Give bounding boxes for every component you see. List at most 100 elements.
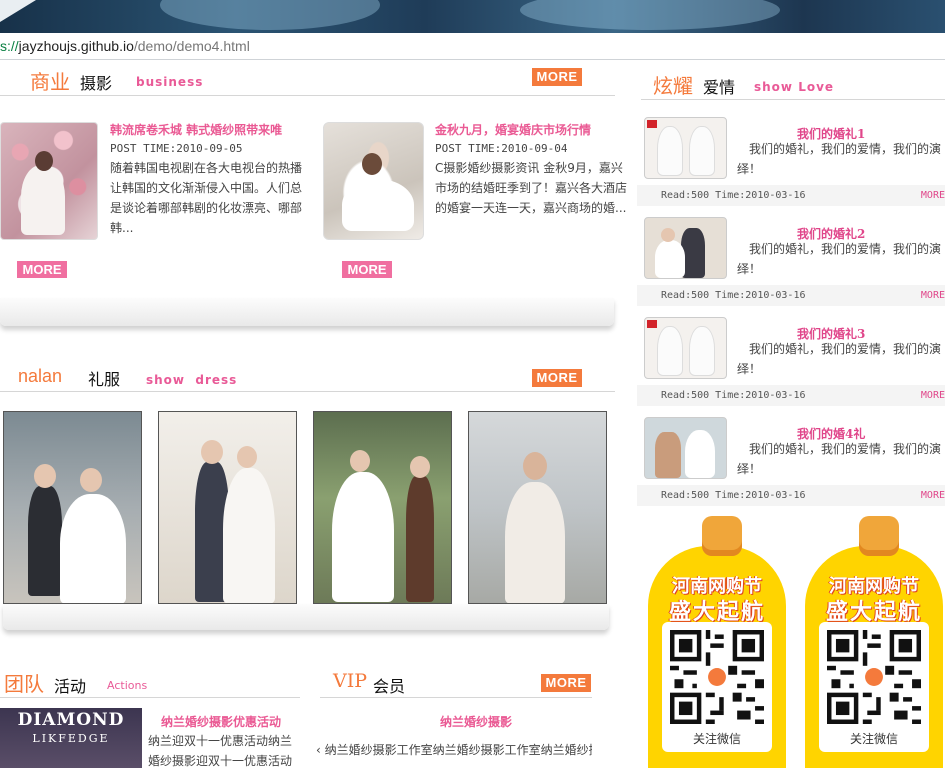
- divider: [0, 391, 615, 392]
- address-bar[interactable]: s://jayzhoujs.github.io/demo/demo4.html: [0, 33, 945, 60]
- activity-description: 纳兰迎双十一优惠活动纳兰婚纱摄影迎双十一优惠活动: [148, 734, 293, 768]
- qr-caption: 关注微信: [849, 732, 898, 746]
- vip-article-title[interactable]: 纳兰婚纱摄影: [440, 713, 512, 730]
- love-thumbnail[interactable]: [644, 117, 727, 179]
- team-title: 活动: [54, 677, 87, 696]
- activity-title[interactable]: 纳兰婚纱摄影优惠活动: [161, 713, 281, 730]
- dress-title-accent: nalan: [18, 366, 63, 386]
- mascot-icon: [702, 516, 742, 556]
- love-item-more-link[interactable]: MORE: [921, 485, 945, 506]
- photo-figure: [657, 326, 683, 376]
- browser-tabstrip: [0, 0, 945, 33]
- article-description: C摄影婚纱摄影资讯 金秋9月，嘉兴市场的结婚旺季到了！嘉兴各大酒店的婚宴一天连一…: [435, 161, 628, 215]
- dress-subtitle: show dress: [146, 373, 238, 387]
- section-shadow-divider: [3, 604, 609, 630]
- photo-figure-head: [35, 151, 53, 171]
- business-title-accent: 商业: [30, 70, 70, 94]
- divider: [0, 95, 615, 96]
- business-more-button[interactable]: MORE: [532, 68, 582, 86]
- love-list-item: 我们的婚礼2 我们的婚礼，我们的爱情，我们的演绎！ Read:500 Time:…: [637, 217, 945, 317]
- love-thumbnail[interactable]: [644, 217, 727, 279]
- love-item-meta: Read:500 Time:2010-03-16 MORE: [637, 385, 945, 406]
- qr-box: 关注微信: [662, 622, 772, 752]
- thumbnail-brand-subtext: LIKFEDGE: [32, 732, 110, 745]
- article-post-time: POST TIME:2010-09-04: [435, 142, 568, 155]
- photo-figure: [60, 494, 126, 603]
- gallery-photo[interactable]: [3, 411, 142, 604]
- qr-box: 关注微信: [819, 622, 929, 752]
- photo-figure-head: [362, 153, 382, 175]
- article-title[interactable]: 金秋九月，婚宴婚庆市场行情: [435, 121, 591, 138]
- activity-thumbnail[interactable]: DIAMOND LIKFEDGE: [0, 708, 142, 768]
- photo-figure: [685, 430, 715, 478]
- article-title[interactable]: 韩流席卷禾城 韩式婚纱照带来唯: [110, 121, 282, 138]
- photo-figure: [223, 468, 275, 603]
- business-title: 摄影: [80, 74, 113, 93]
- qr-code-icon: [670, 630, 764, 724]
- love-subtitle: show Love: [754, 80, 835, 94]
- love-item-more-link[interactable]: MORE: [921, 285, 945, 306]
- photo-figure: [655, 240, 685, 278]
- photo-figure-head: [34, 464, 56, 488]
- url-text[interactable]: s://jayzhoujs.github.io/demo/demo4.html: [0, 38, 250, 54]
- gallery-photo[interactable]: [158, 411, 297, 604]
- article-more-button[interactable]: MORE: [342, 261, 392, 278]
- love-item-more-link[interactable]: MORE: [921, 185, 945, 206]
- love-thumbnail[interactable]: [644, 417, 727, 479]
- article-post-time: POST TIME:2010-09-05: [110, 142, 243, 155]
- qr-code-icon: [827, 630, 921, 724]
- article-description: 随着韩国电视剧在各大电视台的热播让韩国的文化渐渐侵入中国。人们总是谈论着哪部韩剧…: [110, 161, 303, 235]
- article-more-button[interactable]: MORE: [17, 261, 67, 278]
- love-thumbnail[interactable]: [644, 317, 727, 379]
- article-thumbnail[interactable]: [0, 122, 98, 240]
- divider: [320, 697, 592, 698]
- vip-more-button[interactable]: MORE: [541, 674, 591, 692]
- photo-figure-head: [523, 452, 547, 480]
- photo-figure-head: [201, 440, 223, 464]
- photo-figure-head: [350, 450, 370, 472]
- team-title-accent: 团队: [4, 672, 44, 696]
- love-list-item: 我们的婚礼3 我们的婚礼，我们的爱情，我们的演绎！ Read:500 Time:…: [637, 317, 945, 417]
- photo-figure: [689, 126, 715, 176]
- bullet-icon: ‹: [316, 743, 325, 757]
- photo-figure: [657, 126, 683, 176]
- section-shadow-divider: [0, 298, 614, 326]
- love-item-desc: 我们的婚礼，我们的爱情，我们的演绎！: [737, 142, 942, 176]
- dress-title: 礼服: [88, 370, 121, 389]
- love-item-read-time: Read:500 Time:2010-03-16: [661, 490, 806, 501]
- love-item-desc: 我们的婚礼，我们的爱情，我们的演绎！: [737, 442, 942, 476]
- qr-promo-card[interactable]: 河南网购节 盛大起航 关注微信: [648, 516, 786, 768]
- dress-more-button[interactable]: MORE: [532, 369, 582, 387]
- gallery-photo[interactable]: [468, 411, 607, 604]
- love-item-meta: Read:500 Time:2010-03-16 MORE: [637, 185, 945, 206]
- business-subtitle: business: [136, 75, 204, 89]
- url-path: /demo/demo4.html: [133, 38, 250, 54]
- photo-badge: [647, 320, 657, 328]
- tab-corner[interactable]: [0, 0, 36, 22]
- love-section-header: 炫耀 爱情 show Love: [637, 70, 945, 100]
- love-list-item: 我们的婚礼1 我们的婚礼，我们的爱情，我们的演绎！ Read:500 Time:…: [637, 117, 945, 217]
- gallery-photo[interactable]: [313, 411, 452, 604]
- love-item-meta: Read:500 Time:2010-03-16 MORE: [637, 285, 945, 306]
- photo-figure-head: [410, 456, 430, 478]
- url-host: jayzhoujs.github.io: [18, 38, 134, 54]
- photo-figure-head: [661, 228, 675, 242]
- love-item-read-time: Read:500 Time:2010-03-16: [661, 190, 806, 201]
- love-item-more-link[interactable]: MORE: [921, 385, 945, 406]
- love-item-desc: 我们的婚礼，我们的爱情，我们的演绎！: [737, 342, 942, 376]
- photo-figure: [342, 179, 414, 231]
- qr-promo-card[interactable]: 河南网购节 盛大起航 关注微信: [805, 516, 943, 768]
- mascot-icon: [859, 516, 899, 556]
- vip-article-description: ‹ 纳兰婚纱摄影工作室纳兰婚纱摄影工作室纳兰婚纱摄: [316, 740, 592, 760]
- love-item-meta: Read:500 Time:2010-03-16 MORE: [637, 485, 945, 506]
- article-thumbnail[interactable]: [323, 122, 424, 240]
- dress-section-header: nalan 礼服 show dress: [0, 362, 615, 392]
- love-title-accent: 炫耀: [653, 74, 693, 98]
- photo-figure: [406, 476, 434, 602]
- photo-figure: [332, 472, 394, 602]
- love-item-read-time: Read:500 Time:2010-03-16: [661, 390, 806, 401]
- team-section-header: 团队 活动 Actions: [0, 668, 300, 698]
- love-item-read-time: Read:500 Time:2010-03-16: [661, 290, 806, 301]
- love-item-desc: 我们的婚礼，我们的爱情，我们的演绎！: [737, 242, 942, 276]
- photo-badge: [647, 120, 657, 128]
